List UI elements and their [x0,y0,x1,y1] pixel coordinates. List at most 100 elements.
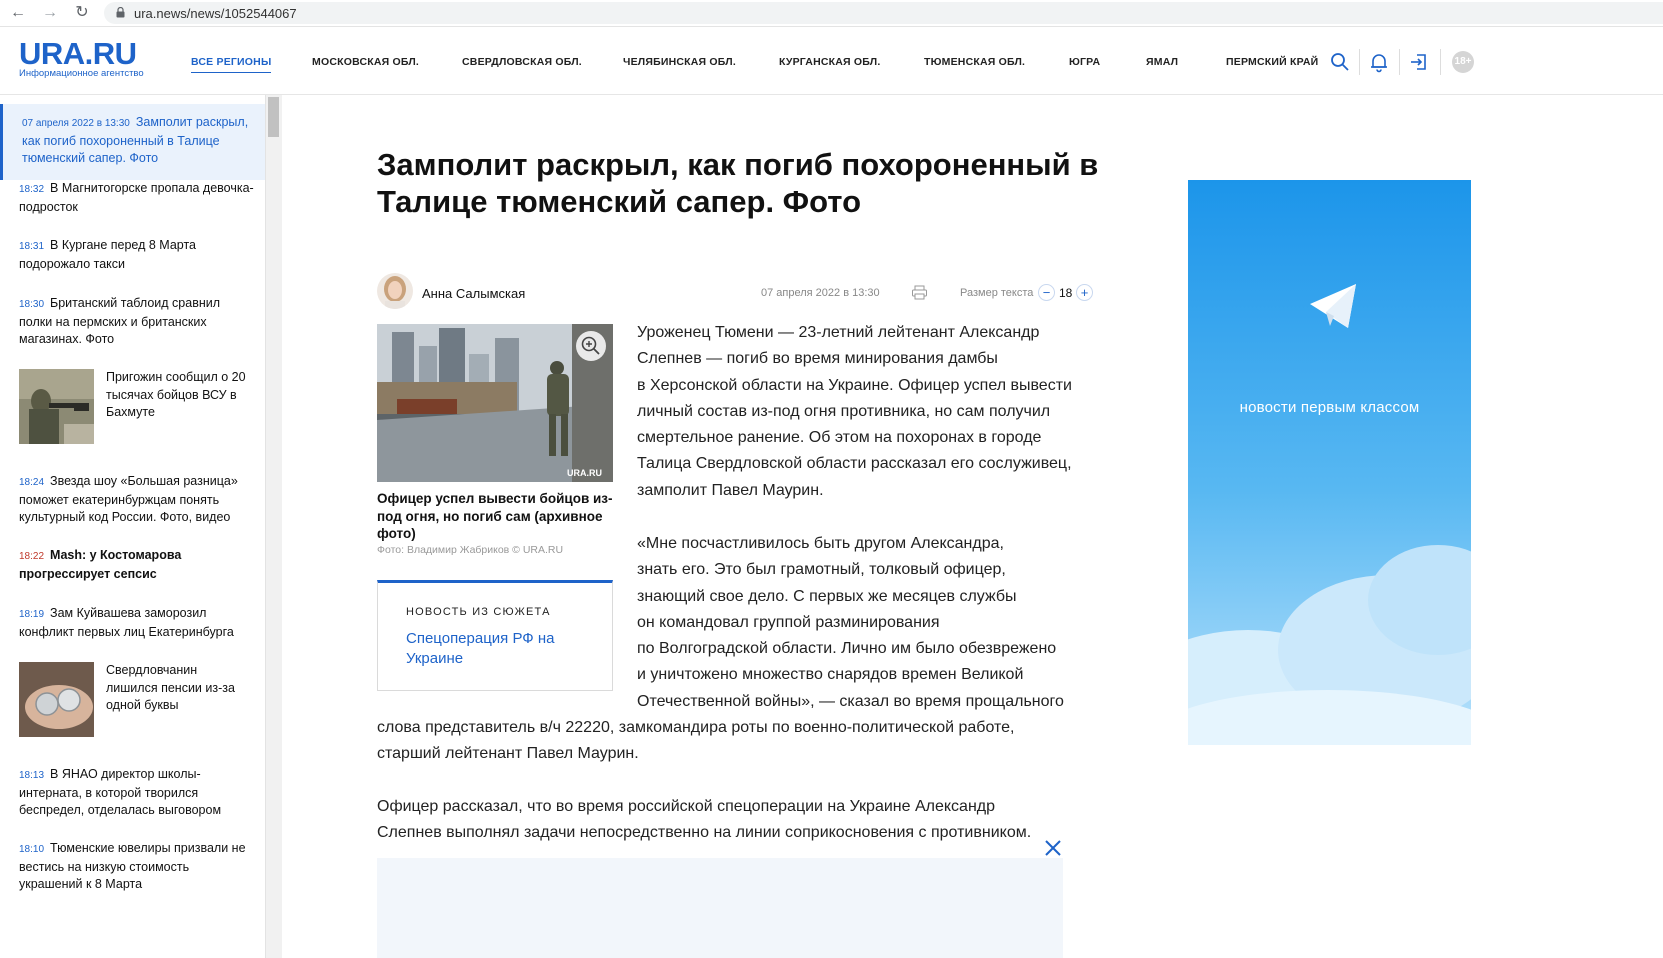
photo-watermark: URA.RU [567,468,602,478]
feed-scrollbar[interactable] [266,95,282,958]
bottom-ad-banner[interactable] [377,858,1063,958]
feed-item-time: 18:22 [19,551,45,562]
paragraph-line: замполит Павел Маурин. [637,481,824,499]
nav-yugra[interactable]: ЮГРА [1069,56,1100,68]
feed-item[interactable]: 18:31 В Кургане перед 8 Марта подорожало … [19,237,254,273]
article-paragraph: Офицер рассказал, что во время российско… [377,794,1107,858]
article-paragraph: слова представитель в/ч 22220, замкоманд… [377,715,1107,768]
zoom-icon[interactable] [576,331,606,361]
paragraph-line: Офицер рассказал, что во время российско… [377,798,996,815]
nav-sverdlovsk[interactable]: СВЕРДЛОВСКАЯ ОБЛ. [462,56,582,68]
article-paragraph: Уроженец Тюмени — 23-летний лейтенант Ал… [637,320,1107,504]
close-icon[interactable] [1043,838,1063,858]
story-link[interactable]: Спецоперация РФ на Украине [406,629,566,669]
login-icon[interactable] [1408,51,1430,73]
paragraph-line: старший лейтенант Павел Маурин. [377,745,639,763]
photo-credit: Фото: Владимир Жабриков © URA.RU [377,544,564,556]
nav-yamal[interactable]: ЯМАЛ [1146,56,1178,68]
feed-scrollbar-thumb[interactable] [268,97,279,137]
address-bar[interactable]: ura.news/news/1052544067 [104,2,1663,24]
feed-item-with-image[interactable]: Пригожин сообщил о 20 тысячах бойцов ВСУ… [19,369,254,444]
feed-item[interactable]: 18:13 В ЯНАО директор школы-интерната, в … [19,766,254,820]
feed-item-time: 18:19 [19,609,45,620]
photo-caption: Офицер успел вывести бойцов из-под огня,… [377,491,613,541]
url-text: ura.news/news/1052544067 [134,6,297,21]
paragraph-line: знать его. Это был грамотный, толковый о… [637,561,1006,579]
nav-perm[interactable]: ПЕРМСКИЙ КРАЙ [1226,56,1318,68]
telegram-ad-banner[interactable]: новости первым классом [1188,180,1471,745]
feed-item-time: 18:30 [19,299,45,310]
story-label: НОВОСТЬ ИЗ СЮЖЕТА [406,606,551,618]
nav-tyumen[interactable]: ТЮМЕНСКАЯ ОБЛ. [924,56,1025,68]
feed-item[interactable]: 18:10 Тюменские ювелиры призвали не вести… [19,840,254,894]
browser-toolbar: ← → ↻ ura.news/news/1052544067 [0,0,1663,27]
article-title: Замполит раскрыл, как погиб похороненный… [377,147,1099,219]
paragraph-line: смертельное ранение. Об этом на похорона… [637,429,1042,447]
text-size-decrease-button[interactable]: − [1038,284,1055,301]
forward-icon[interactable]: → [40,3,60,23]
nav-kurgan[interactable]: КУРГАНСКАЯ ОБЛ. [779,56,880,68]
article-paragraph: «Мне посчастливилось быть другом Алексан… [637,531,1107,715]
nav-all-regions[interactable]: ВСЕ РЕГИОНЫ [191,56,272,73]
reload-icon[interactable]: ↻ [72,3,92,23]
feed-thumbnail-coins [19,662,94,737]
feed-item[interactable]: 18:24 Звезда шоу «Большая разница» поможе… [19,473,254,527]
site-header: URA.RU Информационное агентство ВСЕ РЕГИ… [0,27,1663,95]
nav-chelyabinsk[interactable]: ЧЕЛЯБИНСКАЯ ОБЛ. [623,56,736,68]
feed-item-text: Зам Куйвашева заморозил конфликт первых … [19,606,234,639]
logo-subtitle: Информационное агентство [19,68,144,79]
bell-icon[interactable] [1368,51,1390,73]
feed-item-text: Звезда шоу «Большая разница» поможет ека… [19,474,238,524]
article-date: 07 апреля 2022 в 13:30 [761,287,880,299]
paragraph-line: Талица Свердловской области рассказал ег… [637,455,1072,473]
text-size-increase-button[interactable]: + [1076,284,1093,301]
feed-item-time: 07 апреля 2022 в 13:30 [22,118,130,129]
paragraph-line: Уроженец Тюмени — 23-летний лейтенант Ал… [637,324,1040,341]
feed-item-text: В ЯНАО директор школы-интерната, в котор… [19,767,222,817]
print-icon[interactable] [911,284,928,301]
text-size-label: Размер текста [960,287,1034,299]
paragraph-line: личный состав из-под огня противника, но… [637,402,1051,420]
site-logo[interactable]: URA.RU Информационное агентство [19,36,144,79]
feed-item-text: Тюменские ювелиры призвали не вестись на… [19,841,246,891]
feed-item-time: 18:24 [19,477,45,488]
divider [1399,49,1400,75]
feed-item-current[interactable]: 07 апреля 2022 в 13:30 Замполит раскрыл, … [0,104,265,180]
ad-text: новости первым классом [1239,399,1420,416]
paragraph-line: Слепнев выполнял задачи непосредственно … [377,824,1032,842]
story-box: НОВОСТЬ ИЗ СЮЖЕТА Спецоперация РФ на Укр… [377,580,613,691]
back-icon[interactable]: ← [8,3,28,23]
feed-item-time: 18:32 [19,184,45,195]
feed-item-text: Свердловчанин лишился пенсии из-за одной… [106,663,235,712]
feed-item[interactable]: 18:30 Британский таблоид сравнил полки на… [19,295,254,349]
feed-item-text: Пригожин сообщил о 20 тысячах бойцов ВСУ… [106,370,246,419]
divider [1440,49,1441,75]
feed-item[interactable]: 18:19 Зам Куйвашева заморозил конфликт пе… [19,605,254,641]
paragraph-line: знающий свое дело. С первых же месяцев с… [637,587,1017,605]
paragraph-line: Отечественной войны», — сказал во время … [637,692,1064,710]
paragraph-line: слова представитель в/ч 22220, замкоманд… [377,719,1015,736]
feed-item-time: 18:31 [19,241,45,252]
text-size-value: 18 [1059,286,1073,300]
author-avatar[interactable] [377,273,413,309]
lock-icon [116,7,125,18]
ad-background [1188,180,1471,745]
nav-moscow[interactable]: МОСКОВСКАЯ ОБЛ. [312,56,419,68]
paragraph-line: и уничтожено множество снарядов времен В… [637,666,1024,684]
search-icon[interactable] [1329,51,1351,73]
divider [1359,49,1360,75]
paragraph-line: по Волгоградской области. Лично им было … [637,640,1057,658]
feed-item-text: В Магнитогорске пропала девочка-подросто… [19,181,254,214]
feed-item-with-image[interactable]: Свердловчанин лишился пенсии из-за одной… [19,662,254,737]
feed-thumbnail-soldier [19,369,94,444]
age-rating-badge: 18+ [1452,51,1474,73]
news-feed: 07 апреля 2022 в 13:30 Замполит раскрыл, … [0,95,266,958]
feed-item-text: Британский таблоид сравнил полки на перм… [19,296,221,346]
feed-item-text: В Кургане перед 8 Марта подорожало такси [19,238,197,271]
feed-item-hot[interactable]: 18:22 Mash: у Костомарова прогрессирует с… [19,547,254,583]
author-name[interactable]: Анна Салымская [422,286,525,301]
logo-name: URA.RU [19,36,137,71]
paragraph-line: Слепнев — погиб во время минирования дам… [637,350,998,368]
feed-item-time: 18:13 [19,770,45,781]
feed-item[interactable]: 18:32 В Магнитогорске пропала девочка-под… [19,180,254,216]
